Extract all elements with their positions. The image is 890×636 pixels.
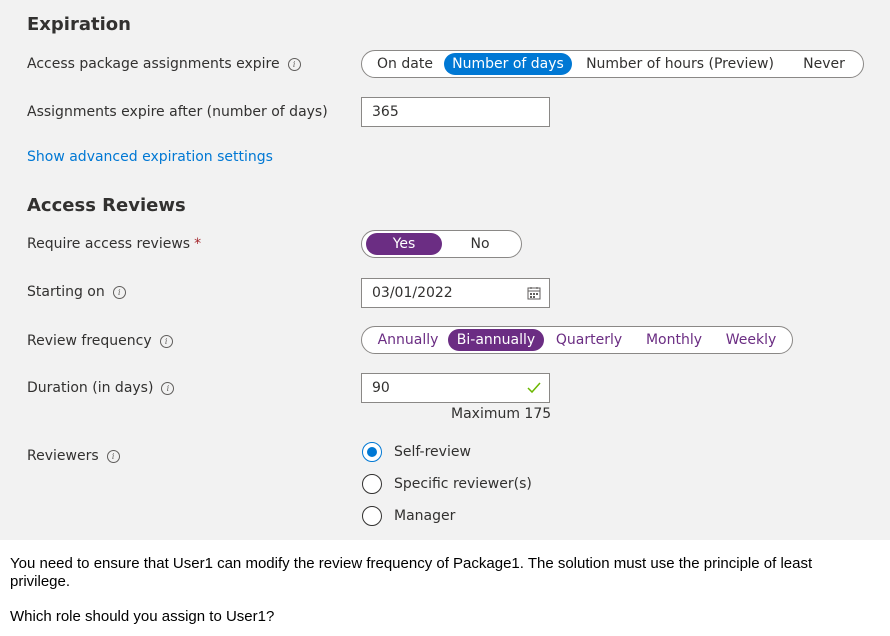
duration-input[interactable]: 90 (361, 373, 550, 403)
assignments-expire-row: Access package assignments expire i (27, 56, 301, 72)
duration-value: 90 (372, 380, 390, 396)
info-icon[interactable]: i (161, 382, 175, 395)
require-reviews-row: Require access reviews * (27, 236, 201, 252)
info-icon[interactable]: i (159, 335, 173, 348)
expire-option-never[interactable]: Never (794, 53, 854, 75)
expire-option-group: On date Number of days Number of hours (… (361, 50, 864, 78)
frequency-option-weekly[interactable]: Weekly (720, 329, 782, 351)
advanced-expiration-link[interactable]: Show advanced expiration settings (27, 149, 273, 165)
info-icon[interactable]: i (287, 58, 301, 71)
question-line-1: You need to ensure that User1 can modify… (10, 555, 813, 572)
frequency-option-group: Annually Bi-annually Quarterly Monthly W… (361, 326, 793, 354)
expire-option-number-of-days[interactable]: Number of days (444, 53, 572, 75)
info-icon[interactable]: i (106, 450, 120, 463)
assignments-expire-label: Access package assignments expire (27, 56, 280, 72)
reviewer-radio-self-review[interactable] (362, 442, 382, 462)
days-label: Assignments expire after (number of days… (27, 104, 328, 120)
required-marker: * (194, 236, 202, 252)
require-option-yes[interactable]: Yes (366, 233, 442, 255)
info-icon[interactable]: i (112, 286, 126, 299)
expire-option-number-of-hours[interactable]: Number of hours (Preview) (580, 53, 780, 75)
question-line-2: privilege. (10, 573, 71, 590)
question-line-3: Which role should you assign to User1? (10, 608, 275, 625)
settings-panel: Expiration Access package assignments ex… (0, 0, 890, 540)
require-reviews-toggle: Yes No (361, 230, 522, 258)
frequency-option-annually[interactable]: Annually (370, 329, 446, 351)
checkmark-icon (527, 382, 541, 394)
calendar-icon[interactable] (527, 286, 541, 300)
review-frequency-label: Review frequency (27, 333, 152, 349)
access-reviews-heading: Access Reviews (27, 195, 186, 216)
review-frequency-row: Review frequency i (27, 333, 173, 349)
starting-on-value: 03/01/2022 (372, 285, 453, 301)
reviewer-label-self-review: Self-review (394, 444, 471, 460)
frequency-option-quarterly[interactable]: Quarterly (552, 329, 626, 351)
duration-label: Duration (in days) (27, 380, 154, 396)
require-option-no[interactable]: No (452, 233, 508, 255)
starting-on-label: Starting on (27, 284, 105, 300)
require-reviews-label: Require access reviews (27, 236, 191, 252)
days-input[interactable]: 365 (361, 97, 550, 127)
reviewer-label-manager: Manager (394, 508, 456, 524)
starting-on-date-input[interactable]: 03/01/2022 (361, 278, 550, 308)
duration-hint: Maximum 175 (451, 406, 552, 422)
reviewer-radio-manager[interactable] (362, 506, 382, 526)
frequency-option-monthly[interactable]: Monthly (638, 329, 710, 351)
expiration-heading: Expiration (27, 14, 131, 35)
reviewers-label: Reviewers (27, 448, 99, 464)
duration-row: Duration (in days) i (27, 380, 175, 396)
starting-on-row: Starting on i (27, 284, 126, 300)
frequency-option-bi-annually[interactable]: Bi-annually (448, 329, 544, 351)
expire-option-on-date[interactable]: On date (368, 53, 442, 75)
reviewer-radio-specific[interactable] (362, 474, 382, 494)
reviewers-row: Reviewers i (27, 448, 120, 464)
reviewer-label-specific: Specific reviewer(s) (394, 476, 532, 492)
